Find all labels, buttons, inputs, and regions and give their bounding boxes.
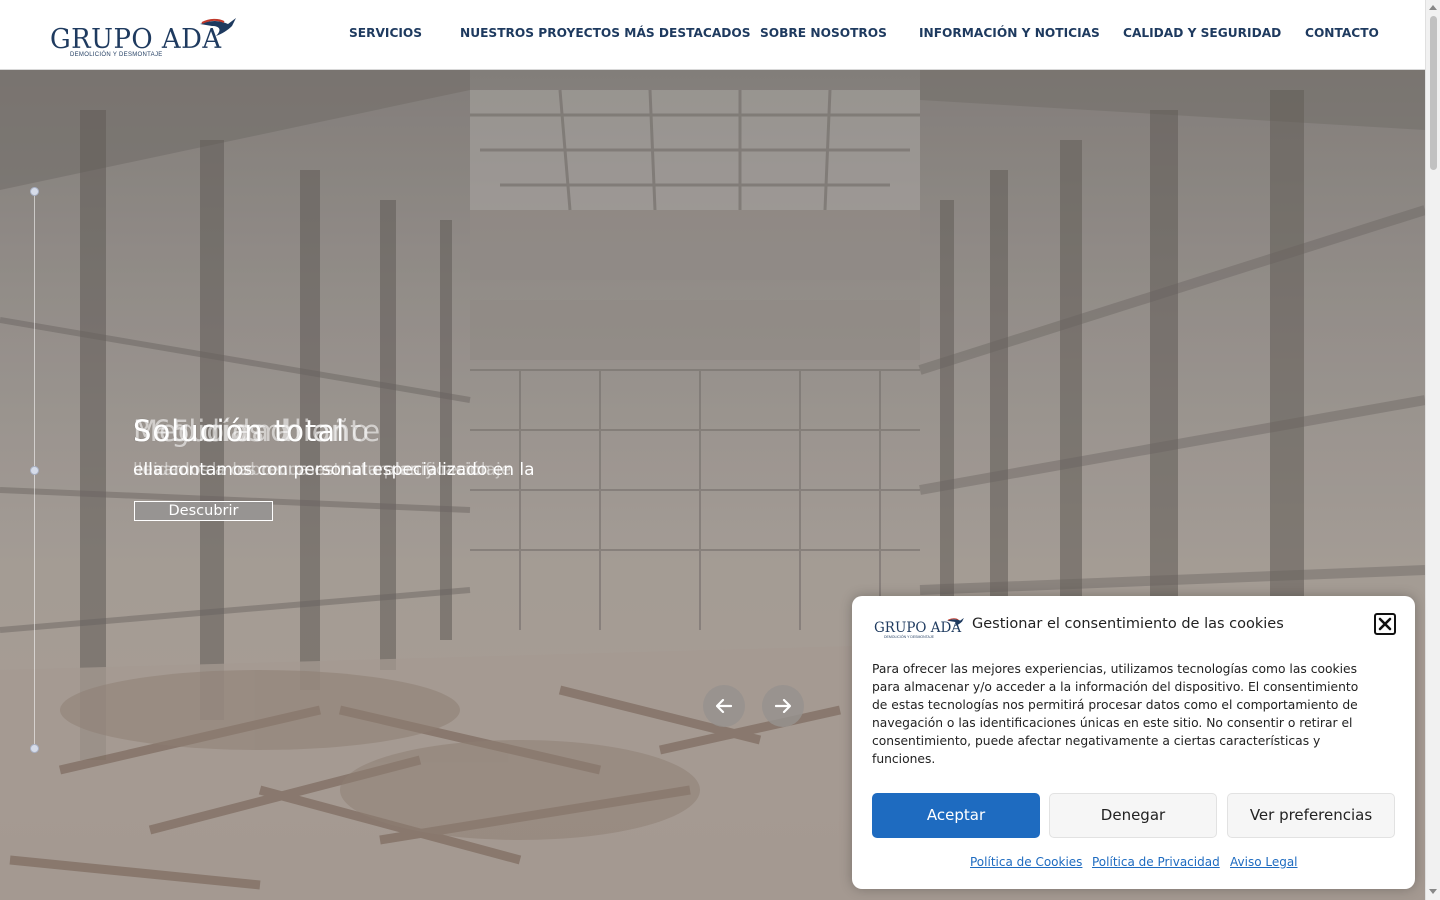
nav-informacion-noticias[interactable]: INFORMACIÓN Y NOTICIAS xyxy=(919,26,1100,40)
view-preferences-button[interactable]: Ver preferencias xyxy=(1227,793,1395,838)
cookie-logo-tagline: DEMOLICIÓN Y DESMONTAJE xyxy=(884,635,934,639)
privacy-policy-link[interactable]: Política de Privacidad xyxy=(1092,855,1220,869)
slide-dot-2[interactable] xyxy=(30,466,39,475)
slide-dot-1[interactable] xyxy=(30,187,39,196)
nav-calidad-seguridad[interactable]: CALIDAD Y SEGURIDAD xyxy=(1123,26,1281,40)
scroll-thumb[interactable] xyxy=(1430,16,1437,170)
slide-dot-3[interactable] xyxy=(30,744,39,753)
cookie-dialog-title: Gestionar el consentimiento de las cooki… xyxy=(972,616,1284,632)
nav-servicios[interactable]: SERVICIOS xyxy=(349,26,422,40)
next-slide-button[interactable] xyxy=(762,685,804,727)
scroll-down-arrow-icon[interactable] xyxy=(1429,889,1437,894)
page-scrollbar[interactable] xyxy=(1425,0,1440,900)
nav-sobre-nosotros[interactable]: SOBRE NOSOTROS xyxy=(760,26,887,40)
logo-name: GRUPO ADA xyxy=(50,24,222,55)
close-icon xyxy=(1378,617,1392,631)
prev-slide-button[interactable] xyxy=(703,685,745,727)
legal-notice-link[interactable]: Aviso Legal xyxy=(1230,855,1298,869)
site-header: GRUPO ADA DEMOLICIÓN Y DESMONTAJE SERVIC… xyxy=(0,0,1425,70)
logo-bird-icon xyxy=(947,617,964,627)
nav-proyectos[interactable]: NUESTROS PROYECTOS MÁS DESTACADOS xyxy=(460,26,751,40)
arrow-right-icon xyxy=(775,699,791,713)
cookie-dialog-logo: GRUPO ADA DEMOLICIÓN Y DESMONTAJE xyxy=(874,616,968,642)
nav-contacto[interactable]: CONTACTO xyxy=(1305,26,1379,40)
logo[interactable]: GRUPO ADA DEMOLICIÓN Y DESMONTAJE xyxy=(50,14,245,62)
logo-tagline: DEMOLICIÓN Y DESMONTAJE xyxy=(70,52,163,58)
cookie-consent-dialog: GRUPO ADA DEMOLICIÓN Y DESMONTAJE Gestio… xyxy=(852,596,1415,889)
accept-cookies-button[interactable]: Aceptar xyxy=(872,793,1040,838)
scroll-up-arrow-icon[interactable] xyxy=(1429,5,1437,10)
deny-cookies-button[interactable]: Denegar xyxy=(1049,793,1217,838)
discover-button[interactable]: Descubrir xyxy=(134,501,273,521)
arrow-left-icon xyxy=(716,699,732,713)
slide-subtitle: ella contamos con personal especializado… xyxy=(133,460,535,480)
cookie-close-button[interactable] xyxy=(1374,613,1396,635)
cookie-dialog-body: Para ofrecer las mejores experiencias, u… xyxy=(872,662,1359,766)
cookie-policy-link[interactable]: Política de Cookies xyxy=(970,855,1082,869)
slide-title: Solución total xyxy=(133,414,346,448)
logo-bird-icon xyxy=(200,18,236,36)
